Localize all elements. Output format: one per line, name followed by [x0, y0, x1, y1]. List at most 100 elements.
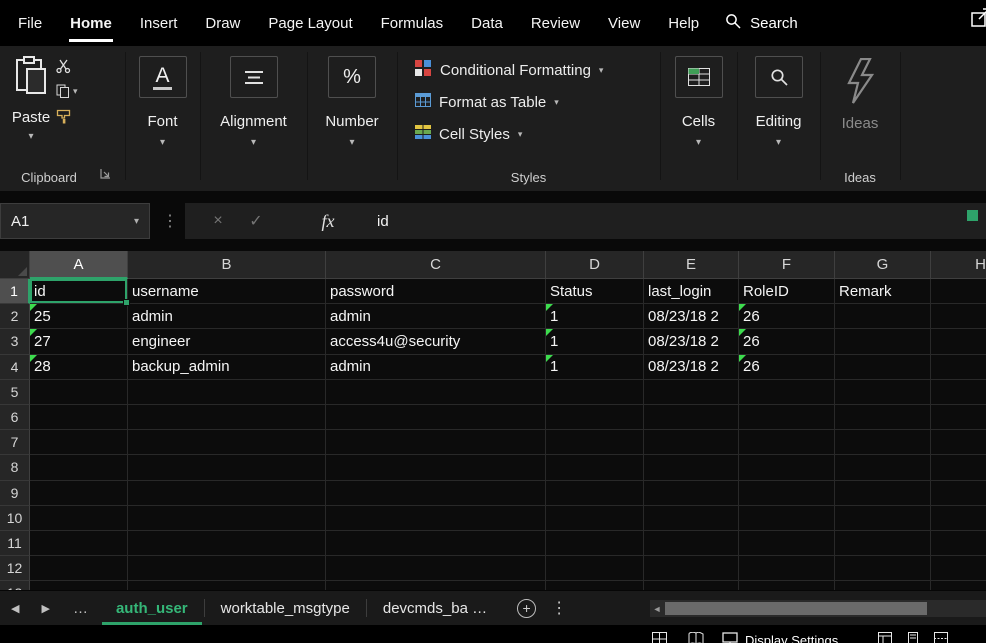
- cell-D12[interactable]: [546, 556, 644, 581]
- cancel-icon[interactable]: ×: [199, 212, 237, 230]
- cell-G8[interactable]: [835, 455, 931, 480]
- cell-F6[interactable]: [739, 405, 835, 430]
- cell-B5[interactable]: [128, 380, 326, 405]
- cell-C1[interactable]: password: [326, 279, 546, 304]
- cell-D10[interactable]: [546, 506, 644, 531]
- cell-G3[interactable]: [835, 329, 931, 354]
- cell-E10[interactable]: [644, 506, 739, 531]
- cell-A4[interactable]: 28: [30, 355, 128, 380]
- number-caret-icon[interactable]: ▾: [349, 137, 354, 148]
- cell-D6[interactable]: [546, 405, 644, 430]
- cell-F12[interactable]: [739, 556, 835, 581]
- cell-E13[interactable]: [644, 581, 739, 590]
- cell-A5[interactable]: [30, 380, 128, 405]
- scrollbar-thumb[interactable]: [665, 602, 927, 615]
- menu-tab-help[interactable]: Help: [654, 0, 713, 46]
- column-header-C[interactable]: C: [326, 251, 546, 279]
- sheet-tab-auth_user[interactable]: auth_user: [100, 591, 204, 625]
- view-page-break-icon[interactable]: [934, 632, 948, 643]
- menu-tab-formulas[interactable]: Formulas: [367, 0, 458, 46]
- cell-C8[interactable]: [326, 455, 546, 480]
- paste-button[interactable]: Paste ▾: [8, 56, 54, 142]
- sheet-tab-worktable_msgtype[interactable]: worktable_msgtype: [205, 591, 366, 625]
- select-all-corner[interactable]: [0, 251, 30, 279]
- share-icon[interactable]: [970, 6, 986, 33]
- cell-B12[interactable]: [128, 556, 326, 581]
- cell-E5[interactable]: [644, 380, 739, 405]
- row-header-3[interactable]: 3: [0, 329, 30, 354]
- cell-G5[interactable]: [835, 380, 931, 405]
- ribbon-group-cells[interactable]: Cells ▾: [660, 46, 737, 191]
- row-header-2[interactable]: 2: [0, 304, 30, 329]
- row-header-8[interactable]: 8: [0, 455, 30, 480]
- add-sheet-button[interactable]: +: [517, 599, 536, 618]
- cell-A11[interactable]: [30, 531, 128, 556]
- cell-C7[interactable]: [326, 430, 546, 455]
- view-page-layout-icon[interactable]: [906, 632, 920, 643]
- cell-C13[interactable]: [326, 581, 546, 590]
- cell-E12[interactable]: [644, 556, 739, 581]
- cell-C11[interactable]: [326, 531, 546, 556]
- cell-B2[interactable]: admin: [128, 304, 326, 329]
- cell-A8[interactable]: [30, 455, 128, 480]
- ribbon-group-editing[interactable]: Editing ▾: [737, 46, 820, 191]
- menu-tab-home[interactable]: Home: [56, 0, 126, 46]
- font-caret-icon[interactable]: ▾: [160, 137, 165, 148]
- column-header-H[interactable]: H: [931, 251, 986, 279]
- cell-F1[interactable]: RoleID: [739, 279, 835, 304]
- cell-B7[interactable]: [128, 430, 326, 455]
- cell-H3[interactable]: [931, 329, 986, 354]
- cell-C12[interactable]: [326, 556, 546, 581]
- cell-C4[interactable]: admin: [326, 355, 546, 380]
- cell-C5[interactable]: [326, 380, 546, 405]
- column-header-E[interactable]: E: [644, 251, 739, 279]
- formula-input[interactable]: id: [377, 213, 389, 230]
- cell-H2[interactable]: [931, 304, 986, 329]
- view-normal-icon[interactable]: [878, 632, 892, 643]
- tabbar-more-icon[interactable]: ⋮: [551, 598, 567, 618]
- cell-H12[interactable]: [931, 556, 986, 581]
- clipboard-dialog-launcher-icon[interactable]: [100, 166, 111, 184]
- cell-C9[interactable]: [326, 481, 546, 506]
- cells-caret-icon[interactable]: ▾: [696, 137, 701, 148]
- menu-tab-data[interactable]: Data: [457, 0, 517, 46]
- cell-G1[interactable]: Remark: [835, 279, 931, 304]
- cell-H7[interactable]: [931, 430, 986, 455]
- row-header-12[interactable]: 12: [0, 556, 30, 581]
- cell-E2[interactable]: 08/23/18 2: [644, 304, 739, 329]
- row-header-10[interactable]: 10: [0, 506, 30, 531]
- cell-H11[interactable]: [931, 531, 986, 556]
- cell-B13[interactable]: [128, 581, 326, 590]
- cell-D7[interactable]: [546, 430, 644, 455]
- cell-A7[interactable]: [30, 430, 128, 455]
- row-header-4[interactable]: 4: [0, 355, 30, 380]
- menu-tab-insert[interactable]: Insert: [126, 0, 192, 46]
- cell-F13[interactable]: [739, 581, 835, 590]
- cell-G9[interactable]: [835, 481, 931, 506]
- cell-B1[interactable]: username: [128, 279, 326, 304]
- cell-H5[interactable]: [931, 380, 986, 405]
- column-header-F[interactable]: F: [739, 251, 835, 279]
- column-header-G[interactable]: G: [835, 251, 931, 279]
- ribbon-group-number[interactable]: % Number ▾: [307, 46, 397, 191]
- cell-A6[interactable]: [30, 405, 128, 430]
- formula-bar-more-icon[interactable]: ⋮: [162, 203, 178, 239]
- cell-B10[interactable]: [128, 506, 326, 531]
- sheet-tab-devcmds_ba[interactable]: devcmds_ba …: [367, 591, 503, 625]
- display-settings-button[interactable]: Display Settings: [722, 632, 838, 643]
- row-header-1[interactable]: 1: [0, 279, 30, 304]
- row-header-11[interactable]: 11: [0, 531, 30, 556]
- sheet-nav-left-icon[interactable]: ◀: [0, 602, 30, 615]
- cell-G4[interactable]: [835, 355, 931, 380]
- format-as-table-button[interactable]: Format as Table ▾: [415, 91, 660, 113]
- cell-H1[interactable]: [931, 279, 986, 304]
- cell-B4[interactable]: backup_admin: [128, 355, 326, 380]
- cell-D3[interactable]: 1: [546, 329, 644, 354]
- name-box[interactable]: A1 ▾: [0, 203, 150, 239]
- cell-styles-button[interactable]: Cell Styles ▾: [415, 123, 660, 145]
- menu-tab-draw[interactable]: Draw: [191, 0, 254, 46]
- cell-A13[interactable]: [30, 581, 128, 590]
- menu-tab-page-layout[interactable]: Page Layout: [254, 0, 366, 46]
- cell-D13[interactable]: [546, 581, 644, 590]
- cell-F10[interactable]: [739, 506, 835, 531]
